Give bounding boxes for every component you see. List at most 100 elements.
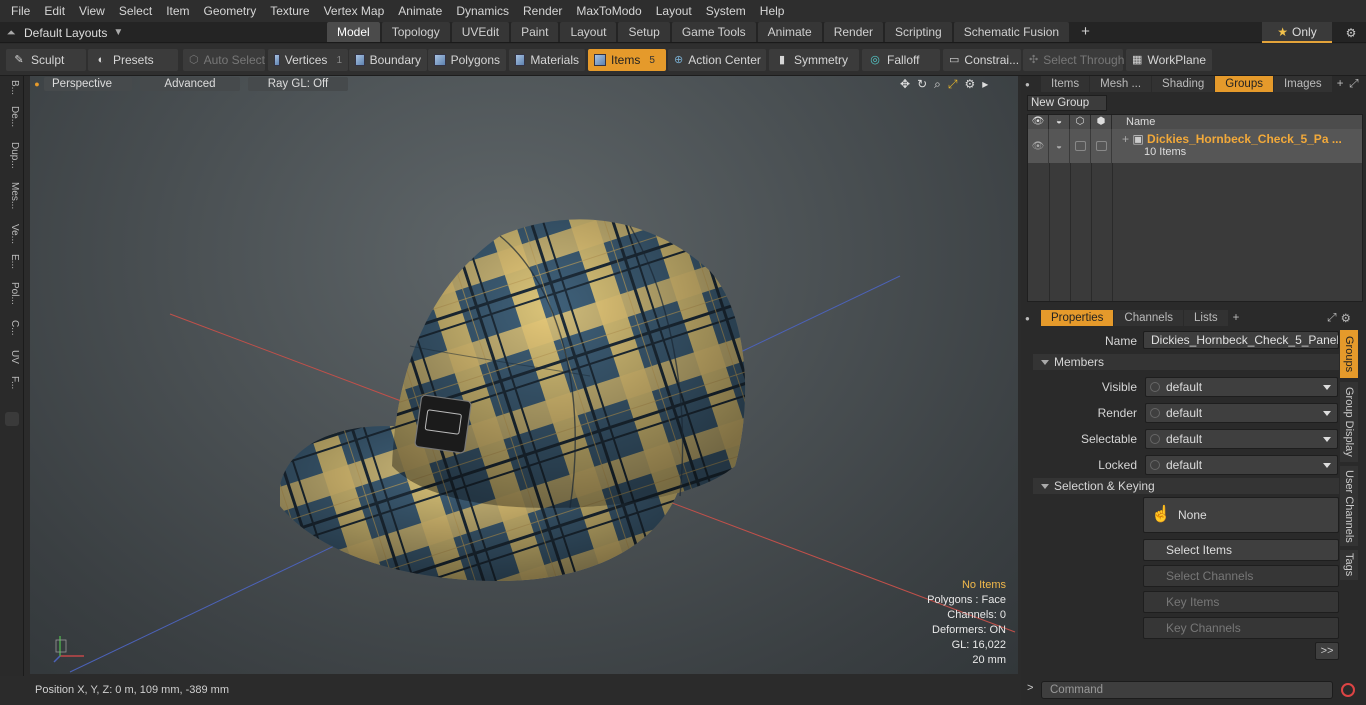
add-tab-button[interactable]: + — [1071, 22, 1100, 42]
side-tab-group-display[interactable]: Group Display — [1340, 382, 1358, 462]
menu-edit[interactable]: Edit — [37, 0, 72, 22]
menu-system[interactable]: System — [699, 0, 753, 22]
menu-view[interactable]: View — [72, 0, 112, 22]
visibility-eye-icon[interactable]: 👁 — [1028, 129, 1049, 163]
tab-shading[interactable]: Shading — [1152, 76, 1215, 92]
tool-tab-fusion[interactable]: F... — [4, 376, 20, 389]
menu-help[interactable]: Help — [753, 0, 792, 22]
tab-schematic-fusion[interactable]: Schematic Fusion — [953, 22, 1070, 42]
menu-select[interactable]: Select — [112, 0, 159, 22]
tab-mesh[interactable]: Mesh ... — [1090, 76, 1152, 92]
lock-column-icon[interactable]: ⬡ — [1070, 115, 1091, 129]
raygl-toggle[interactable]: Ray GL: Off — [248, 77, 348, 91]
menu-vertex-map[interactable]: Vertex Map — [317, 0, 392, 22]
more-button[interactable]: >> — [1315, 642, 1339, 660]
menu-render[interactable]: Render — [516, 0, 569, 22]
constraints-button[interactable]: ▭ Constrai... — [943, 49, 1021, 71]
tab-groups[interactable]: Groups — [1215, 76, 1273, 92]
sculpt-button[interactable]: ✎ Sculpt — [6, 49, 86, 71]
expand-panel-icon[interactable]: ⤢ — [1327, 312, 1336, 325]
expand-plus-icon[interactable]: + — [1122, 132, 1129, 146]
move-view-icon[interactable]: ✥ — [900, 77, 910, 91]
materials-button[interactable]: Materials — [509, 49, 585, 71]
action-center-button[interactable]: ⊕ Action Center — [668, 49, 766, 71]
tool-tab-curve[interactable]: C... — [4, 320, 20, 336]
key-items-button[interactable]: Key Items — [1143, 591, 1339, 613]
tab-scripting[interactable]: Scripting — [885, 22, 952, 42]
items-button[interactable]: Items 5 — [588, 49, 666, 71]
zoom-view-icon[interactable]: ⌕ — [934, 77, 941, 91]
tab-render[interactable]: Render — [823, 22, 884, 42]
tool-tab-vertex[interactable]: Ve... — [4, 224, 20, 244]
add-tab-icon[interactable]: + — [1233, 312, 1240, 324]
only-toggle[interactable]: ★ Only — [1262, 22, 1332, 43]
symmetry-button[interactable]: ▮ Symmetry — [769, 49, 859, 71]
tool-tab-mesh[interactable]: Mes... — [4, 182, 20, 209]
sidebar-toggle-button[interactable] — [5, 412, 19, 426]
boundary-button[interactable]: Boundary — [349, 49, 427, 71]
menu-layout[interactable]: Layout — [649, 0, 699, 22]
members-section[interactable]: Members — [1033, 354, 1339, 370]
falloff-button[interactable]: ◎ Falloff — [862, 49, 940, 71]
select-column-icon[interactable]: ⬢ — [1091, 115, 1112, 129]
visible-dropdown[interactable]: default — [1145, 377, 1338, 397]
shading-dropdown[interactable]: Advanced — [140, 77, 240, 91]
layout-selector[interactable]: ⏶ Default Layouts ▼ — [4, 22, 124, 43]
new-group-button[interactable]: New Group — [1027, 95, 1107, 111]
select-through-button[interactable]: ✣ Select Through — [1023, 49, 1124, 71]
menu-animate[interactable]: Animate — [391, 0, 449, 22]
group-row[interactable]: 👁 ◒ + ▣ Dickies_Hornbeck_Check_5_Pa ... … — [1028, 129, 1362, 163]
group-name-input[interactable]: Dickies_Hornbeck_Check_5_Panel_Ca — [1143, 331, 1339, 349]
side-tab-user-channels[interactable]: User Channels — [1340, 466, 1358, 546]
tab-images[interactable]: Images — [1273, 76, 1332, 92]
render-toggle-icon[interactable]: ◒ — [1049, 129, 1070, 163]
rotate-view-icon[interactable]: ↻ — [917, 77, 927, 91]
menu-geometry[interactable]: Geometry — [197, 0, 264, 22]
fit-view-icon[interactable]: ⤢ — [948, 77, 958, 91]
gear-icon[interactable]: ⚙ — [1340, 22, 1362, 43]
side-tab-groups[interactable]: Groups — [1340, 330, 1358, 378]
selectable-dropdown[interactable]: default — [1145, 429, 1338, 449]
menu-texture[interactable]: Texture — [263, 0, 316, 22]
menu-dynamics[interactable]: Dynamics — [449, 0, 516, 22]
viewport-settings-icon[interactable]: ⚙ — [964, 77, 975, 91]
tab-model[interactable]: Model — [327, 22, 380, 42]
viewport-more-icon[interactable]: ▸ — [982, 77, 988, 91]
tool-tab-basic[interactable]: B... — [4, 80, 20, 95]
3d-viewport[interactable]: No Items Polygons : Face Channels: 0 Def… — [30, 76, 1018, 674]
render-column-icon[interactable]: ◒ — [1049, 115, 1070, 129]
expand-icon[interactable]: ⏶ — [4, 26, 18, 40]
tool-tab-edge[interactable]: E... — [4, 254, 20, 269]
tab-layout[interactable]: Layout — [560, 22, 617, 42]
presets-button[interactable]: ◐ Presets — [88, 49, 178, 71]
select-channels-button[interactable]: Select Channels — [1143, 565, 1339, 587]
tab-uvedit[interactable]: UVEdit — [451, 22, 510, 42]
visibility-column-icon[interactable]: 👁 — [1028, 115, 1049, 129]
menu-maxtomodo[interactable]: MaxToModo — [569, 0, 648, 22]
tab-items[interactable]: Items — [1041, 76, 1090, 92]
tab-topology[interactable]: Topology — [381, 22, 450, 42]
panel-menu-icon[interactable]: ● — [1025, 80, 1041, 89]
tab-game-tools[interactable]: Game Tools — [671, 22, 756, 42]
key-channels-button[interactable]: Key Channels — [1143, 617, 1339, 639]
panel-menu-icon[interactable]: ● — [1025, 314, 1041, 323]
menu-file[interactable]: File — [4, 0, 37, 22]
tool-tab-duplicate[interactable]: Dup... — [4, 142, 20, 169]
tab-paint[interactable]: Paint — [511, 22, 559, 42]
render-dropdown[interactable]: default — [1145, 403, 1338, 423]
side-tab-tags[interactable]: Tags — [1340, 550, 1358, 580]
tab-properties[interactable]: Properties — [1041, 310, 1114, 326]
expand-panel-icon[interactable]: ⤢ — [1349, 78, 1358, 91]
tab-lists[interactable]: Lists — [1184, 310, 1228, 326]
selection-keying-section[interactable]: Selection & Keying — [1033, 478, 1339, 494]
record-icon[interactable] — [1341, 683, 1355, 697]
workplane-button[interactable]: ▦ WorkPlane — [1126, 49, 1212, 71]
tab-setup[interactable]: Setup — [618, 22, 670, 42]
tool-tab-deform[interactable]: De... — [4, 106, 20, 127]
tool-tab-uv[interactable]: UV — [4, 350, 20, 364]
menu-item[interactable]: Item — [159, 0, 196, 22]
none-button[interactable]: ☝ None — [1143, 497, 1339, 533]
perspective-dropdown[interactable]: Perspective — [44, 77, 132, 91]
vertices-button[interactable]: Vertices 1 — [268, 49, 348, 71]
locked-dropdown[interactable]: default — [1145, 455, 1338, 475]
